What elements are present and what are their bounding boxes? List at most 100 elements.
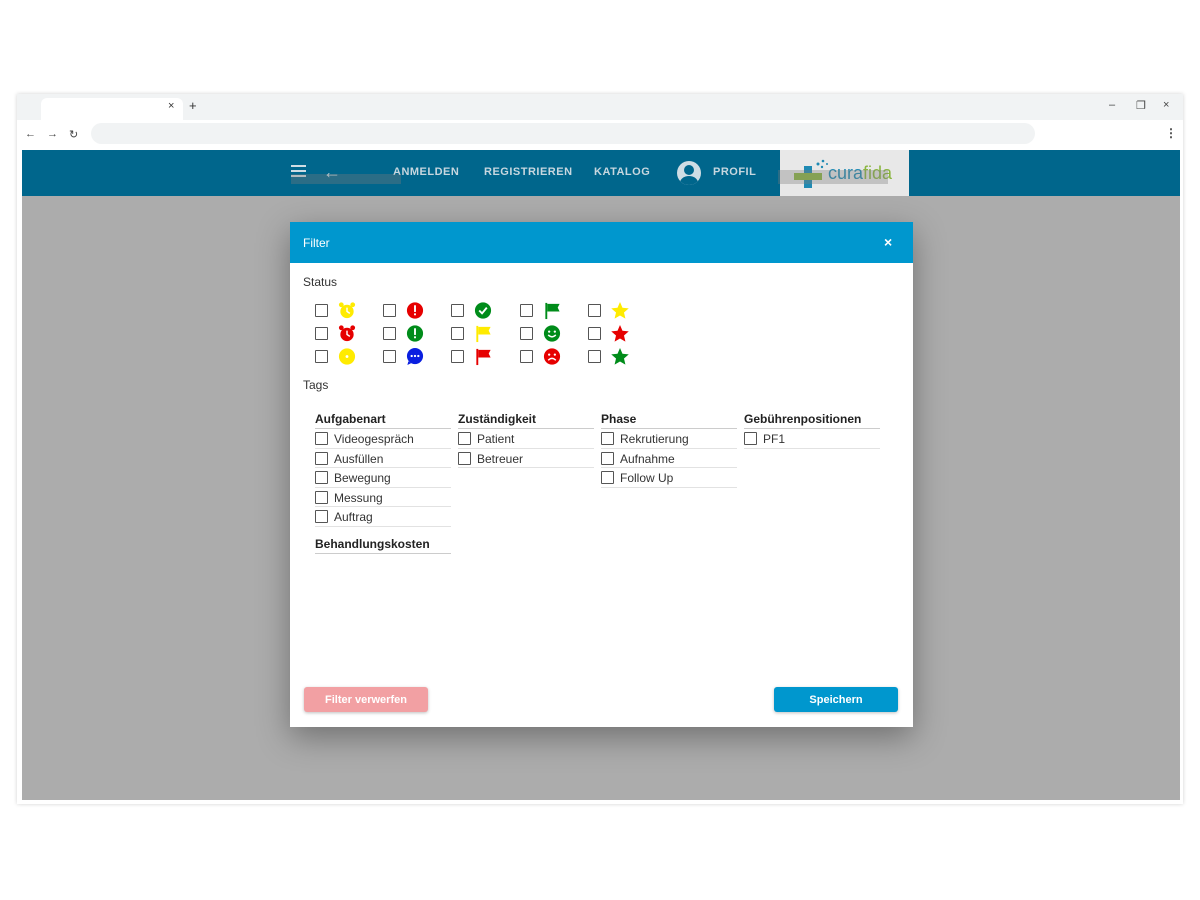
- tag-checkbox[interactable]: [315, 490, 328, 504]
- flag-green-icon: [545, 302, 560, 320]
- tag-checkbox[interactable]: [744, 432, 757, 445]
- status-checkbox[interactable]: [315, 350, 328, 363]
- status-option[interactable]: [451, 300, 511, 320]
- window-close-icon[interactable]: ×: [1163, 99, 1169, 111]
- tag-group-zustaendigkeit: Zuständigkeit Patient Betreuer: [458, 412, 594, 468]
- tag-checkbox[interactable]: [315, 471, 328, 484]
- tag-label: Rekrutierung: [620, 432, 689, 446]
- tag-item[interactable]: Betreuer: [458, 449, 594, 468]
- forward-icon[interactable]: →: [47, 128, 58, 140]
- tag-item[interactable]: Aufnahme: [601, 449, 737, 468]
- status-checkbox[interactable]: [520, 304, 533, 317]
- status-checkbox[interactable]: [451, 327, 464, 340]
- tag-label: Ausfüllen: [334, 451, 384, 466]
- nav-registrieren[interactable]: REGISTRIEREN: [484, 166, 573, 178]
- smiley-happy-green-icon: [543, 325, 561, 342]
- tag-label: Patient: [477, 432, 515, 446]
- tag-item[interactable]: Auftrag: [315, 507, 451, 527]
- alarm-clock-red-icon: [338, 325, 356, 342]
- status-filter-grid: [315, 300, 645, 370]
- status-option[interactable]: [588, 300, 648, 320]
- app-header: ← ANMELDEN REGISTRIEREN KATALOG PROFIL c…: [22, 150, 1180, 196]
- tag-item[interactable]: PF1: [744, 429, 880, 449]
- tag-checkbox[interactable]: [458, 432, 471, 445]
- status-checkbox[interactable]: [588, 327, 601, 340]
- back-icon[interactable]: ←: [25, 128, 36, 140]
- dot-yellow-icon: [338, 348, 356, 365]
- profile-avatar-icon[interactable]: [677, 161, 701, 185]
- status-option[interactable]: [383, 346, 443, 366]
- browser-tab[interactable]: [41, 98, 183, 120]
- tag-item[interactable]: Follow Up: [601, 468, 737, 488]
- close-icon[interactable]: ×: [884, 234, 892, 250]
- reload-icon[interactable]: ↻: [69, 128, 78, 141]
- status-checkbox[interactable]: [383, 350, 396, 363]
- status-option[interactable]: [520, 323, 580, 343]
- tag-checkbox[interactable]: [601, 471, 614, 484]
- browser-menu-icon[interactable]: ⋮: [1165, 126, 1177, 140]
- status-option[interactable]: [383, 323, 443, 343]
- status-option[interactable]: [588, 323, 648, 343]
- nav-anmelden[interactable]: ANMELDEN: [393, 166, 459, 178]
- status-option[interactable]: [520, 300, 580, 320]
- tag-item[interactable]: Messung: [315, 488, 451, 507]
- status-checkbox[interactable]: [451, 350, 464, 363]
- minimize-icon[interactable]: –: [1109, 99, 1115, 111]
- tag-item[interactable]: Videogespräch: [315, 429, 451, 449]
- status-option[interactable]: [451, 323, 511, 343]
- status-checkbox[interactable]: [315, 327, 328, 340]
- status-option[interactable]: [383, 300, 443, 320]
- star-yellow-icon: [611, 301, 629, 319]
- exclamation-red-icon: [406, 302, 424, 319]
- status-option[interactable]: [520, 346, 580, 366]
- browser-toolbar: ← → ↻ ⋮: [17, 120, 1183, 150]
- status-checkbox[interactable]: [588, 304, 601, 317]
- tag-label: Betreuer: [477, 451, 524, 466]
- alarm-clock-yellow-icon: [338, 302, 356, 319]
- status-checkbox[interactable]: [451, 304, 464, 317]
- tag-checkbox[interactable]: [601, 451, 614, 465]
- smiley-sad-red-icon: [543, 348, 561, 365]
- page-viewport: ← ANMELDEN REGISTRIEREN KATALOG PROFIL c…: [22, 150, 1180, 800]
- tag-group-phase: Phase Rekrutierung Aufnahme Follow Up: [601, 412, 737, 488]
- tag-checkbox[interactable]: [315, 432, 328, 445]
- tag-group-gebuehrenpositionen: Gebührenpositionen PF1: [744, 412, 880, 449]
- filter-dialog: Filter × Status Tags Aufgabenart Videoge…: [290, 222, 913, 727]
- tag-label: PF1: [763, 432, 786, 446]
- status-checkbox[interactable]: [588, 350, 601, 363]
- tag-group-aufgabenart: Aufgabenart Videogespräch Ausfüllen Bewe…: [315, 412, 451, 554]
- status-checkbox[interactable]: [383, 327, 396, 340]
- tag-checkbox[interactable]: [458, 451, 471, 465]
- tag-item[interactable]: Ausfüllen: [315, 449, 451, 468]
- background-content: [778, 170, 888, 184]
- status-option[interactable]: [315, 300, 375, 320]
- tag-checkbox[interactable]: [601, 432, 614, 445]
- tag-checkbox[interactable]: [315, 451, 328, 465]
- tag-checkbox[interactable]: [315, 510, 328, 523]
- tab-close-icon[interactable]: ×: [168, 100, 174, 112]
- new-tab-button[interactable]: +: [189, 98, 197, 113]
- tag-item[interactable]: Bewegung: [315, 468, 451, 488]
- status-checkbox[interactable]: [315, 304, 328, 317]
- tag-group-title: Zuständigkeit: [458, 412, 594, 429]
- restore-icon[interactable]: ❐: [1136, 99, 1146, 112]
- status-option[interactable]: [315, 323, 375, 343]
- tags-label: Tags: [303, 378, 329, 392]
- tag-item[interactable]: Patient: [458, 429, 594, 449]
- status-option[interactable]: [451, 346, 511, 366]
- status-checkbox[interactable]: [520, 350, 533, 363]
- tag-group-title-behandlungskosten: Behandlungskosten: [315, 537, 451, 554]
- nav-katalog[interactable]: KATALOG: [594, 166, 650, 178]
- nav-profil[interactable]: PROFIL: [713, 166, 756, 178]
- status-checkbox[interactable]: [520, 327, 533, 340]
- address-bar[interactable]: [91, 123, 1035, 144]
- tag-item[interactable]: Rekrutierung: [601, 429, 737, 449]
- tag-label: Messung: [334, 490, 383, 505]
- status-option[interactable]: [315, 346, 375, 366]
- tab-strip: × + – ❐ ×: [17, 94, 1183, 120]
- discard-filter-button[interactable]: Filter verwerfen: [304, 687, 428, 712]
- status-checkbox[interactable]: [383, 304, 396, 317]
- status-option[interactable]: [588, 346, 648, 366]
- flag-red-icon: [476, 348, 491, 366]
- save-button[interactable]: Speichern: [774, 687, 898, 712]
